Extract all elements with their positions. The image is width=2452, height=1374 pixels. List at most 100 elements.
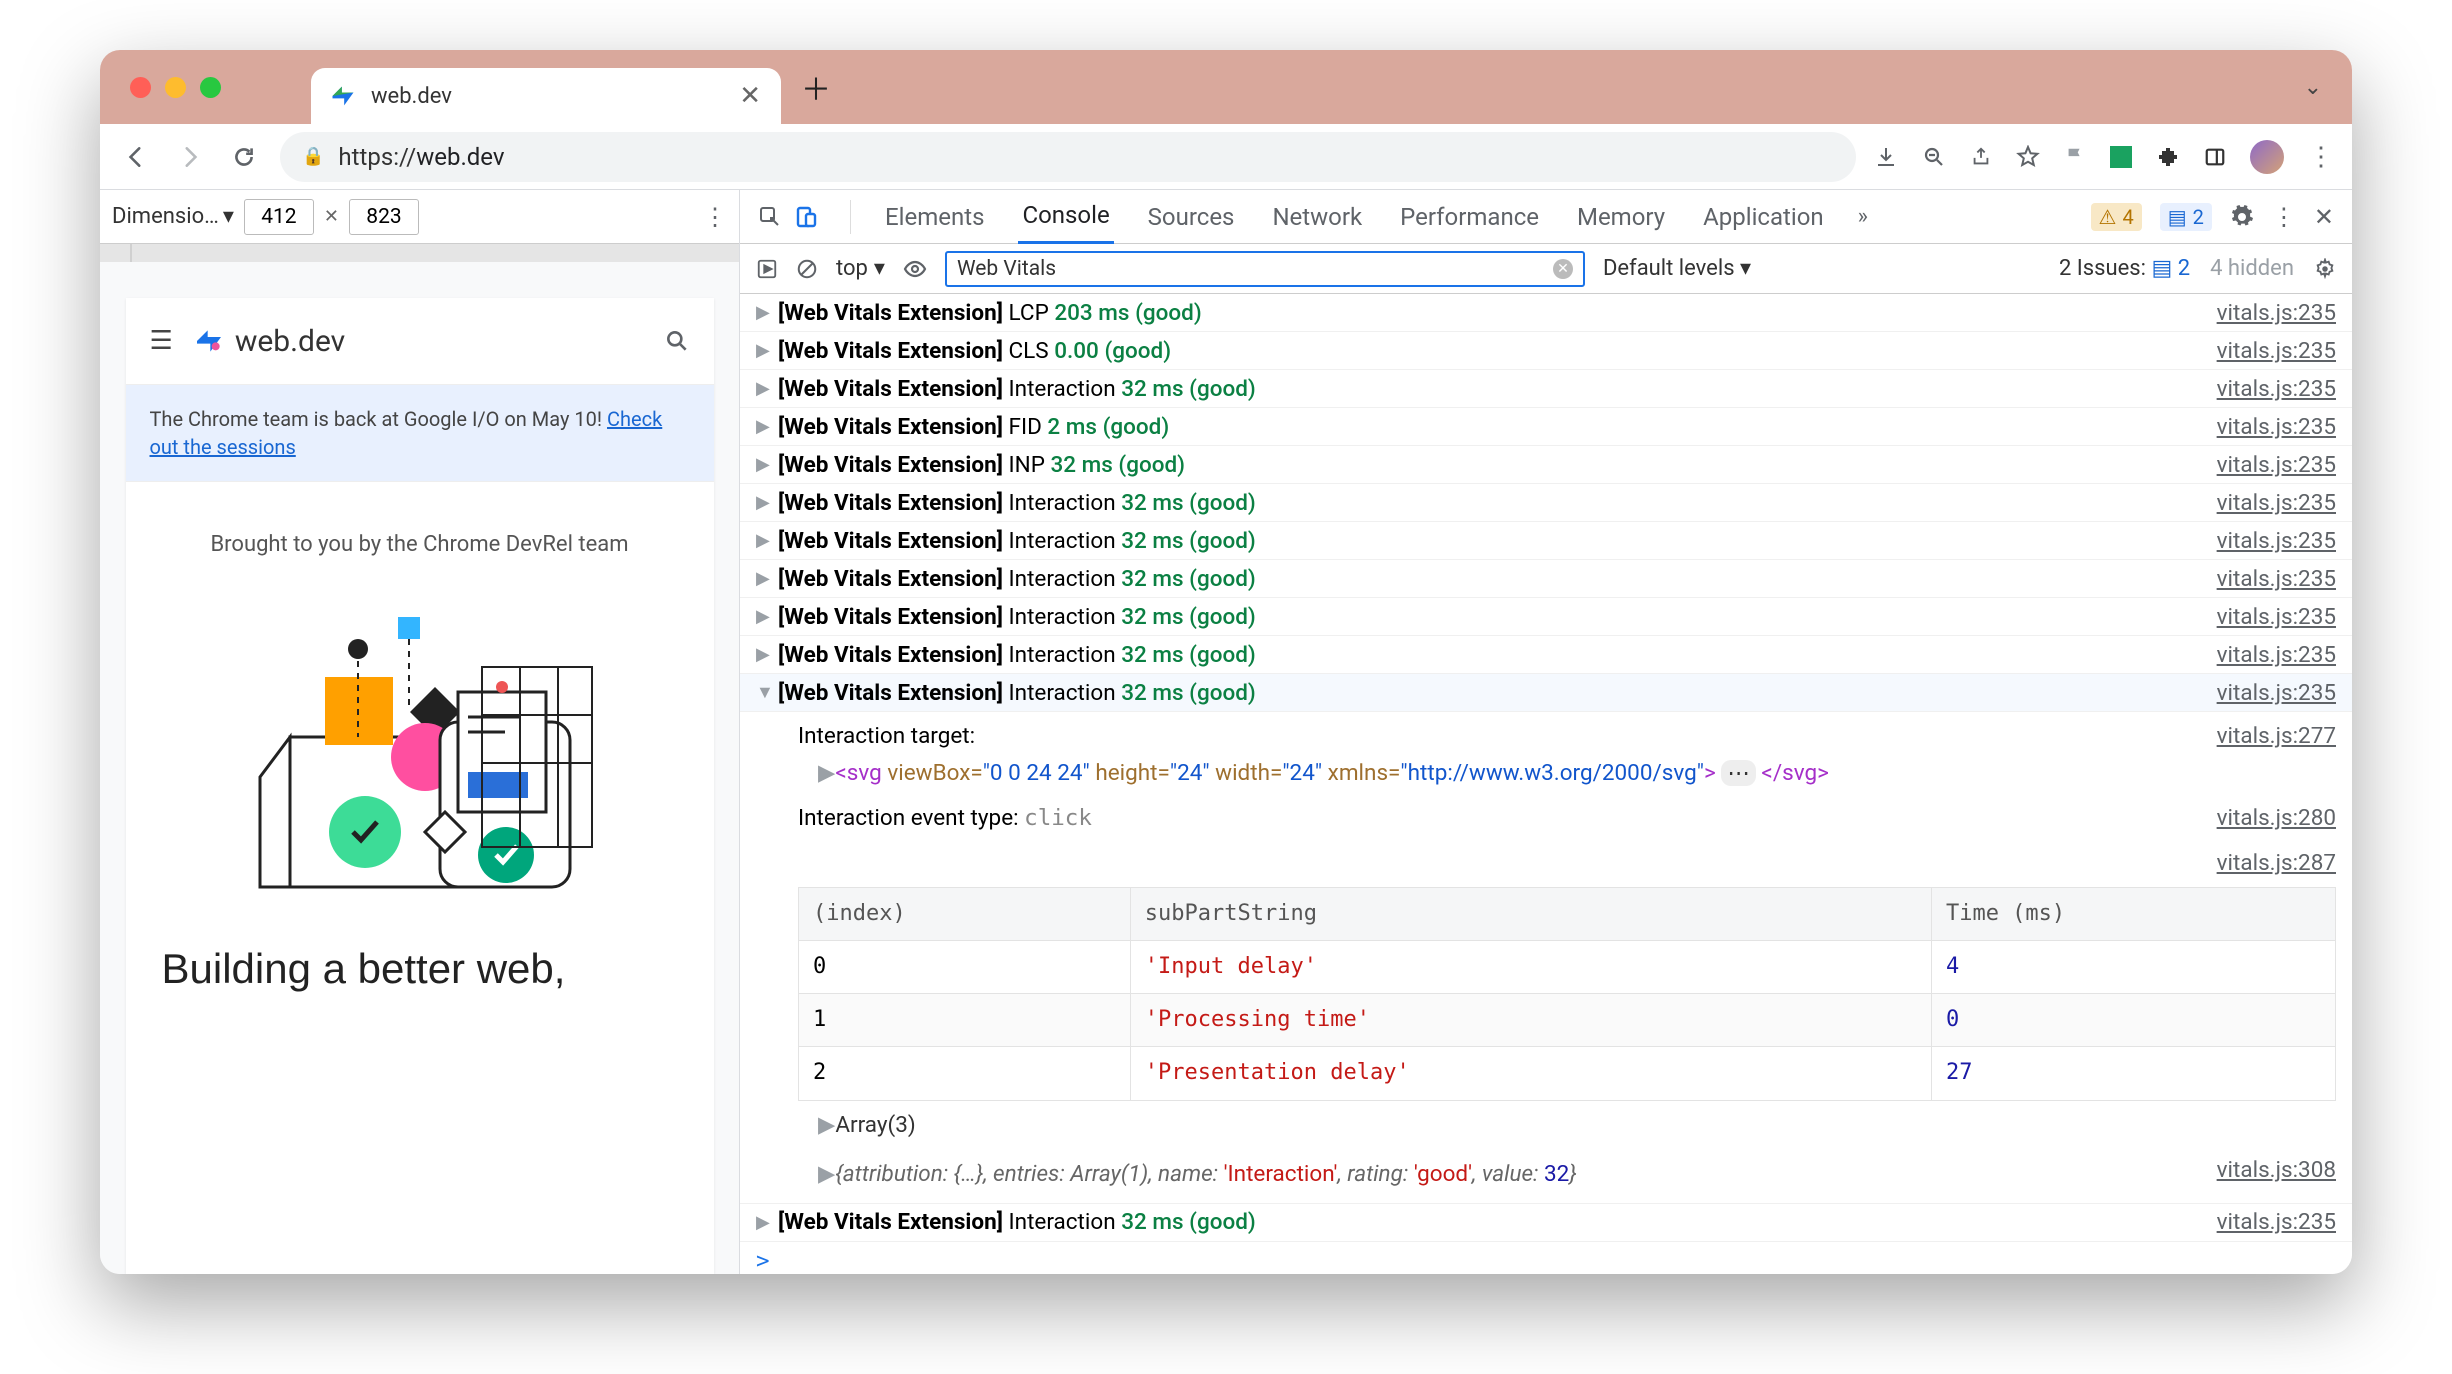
expand-toggle-icon[interactable]: ▶	[756, 568, 770, 589]
console-settings-icon[interactable]	[2314, 258, 2336, 280]
expand-toggle-icon[interactable]: ▼	[756, 682, 770, 703]
console-toolbar: top ▾ Web Vitals ✕ Default levels ▾ 2 Is…	[740, 244, 2352, 294]
settings-icon[interactable]	[2230, 205, 2254, 229]
flag-icon[interactable]	[2064, 146, 2086, 168]
device-select[interactable]: Dimensio… ▾	[112, 204, 234, 229]
source-link[interactable]: vitals.js:287	[2217, 850, 2336, 876]
source-link[interactable]: vitals.js:235	[2217, 376, 2336, 402]
browser-tab[interactable]: web.dev ✕	[311, 68, 781, 124]
console-row[interactable]: ▶ [Web Vitals Extension] Interaction 32 …	[740, 522, 2352, 560]
download-icon[interactable]	[1874, 145, 1898, 169]
profile-avatar[interactable]	[2250, 140, 2284, 174]
extension-webvitals-icon[interactable]	[2110, 146, 2132, 168]
tab-close-icon[interactable]: ✕	[739, 81, 761, 111]
maximize-window-button[interactable]	[200, 77, 221, 98]
source-link[interactable]: vitals.js:280	[2217, 800, 2336, 837]
expand-toggle-icon[interactable]: ▶	[756, 606, 770, 627]
messages-badge[interactable]: ▤ 2	[2160, 203, 2212, 231]
forward-button[interactable]	[172, 139, 208, 175]
kebab-menu-icon[interactable]: ⋮	[2308, 142, 2334, 172]
share-icon[interactable]	[1970, 146, 1992, 168]
clear-console-icon[interactable]	[796, 258, 818, 280]
source-link[interactable]: vitals.js:235	[2217, 604, 2336, 630]
console-prompt[interactable]: >	[740, 1242, 2352, 1274]
zoom-icon[interactable]	[1922, 145, 1946, 169]
address-bar[interactable]: 🔒 https://web.dev	[280, 132, 1856, 182]
source-link[interactable]: vitals.js:277	[2217, 718, 2336, 755]
source-link[interactable]: vitals.js:235	[2217, 680, 2336, 706]
source-link[interactable]: vitals.js:235	[2217, 414, 2336, 440]
source-link[interactable]: vitals.js:235	[2217, 338, 2336, 364]
console-row[interactable]: ▶ [Web Vitals Extension] Interaction 32 …	[740, 560, 2352, 598]
webdev-logo[interactable]: web.dev	[193, 324, 345, 359]
tab-sources[interactable]: Sources	[1144, 191, 1239, 243]
overflow-tabs-icon[interactable]: »	[1858, 204, 1868, 229]
device-width-input[interactable]	[244, 199, 314, 235]
source-link[interactable]: vitals.js:235	[2217, 300, 2336, 326]
clear-filter-icon[interactable]: ✕	[1553, 259, 1573, 279]
console-row[interactable]: ▶ [Web Vitals Extension] Interaction 32 …	[740, 598, 2352, 636]
new-tab-button[interactable]: ＋	[801, 65, 831, 109]
menu-icon[interactable]: ☰	[150, 326, 173, 356]
back-button[interactable]	[118, 139, 154, 175]
console-filter-input[interactable]: Web Vitals ✕	[945, 251, 1585, 287]
live-expr-icon[interactable]	[903, 257, 927, 281]
console-row[interactable]: ▶ [Web Vitals Extension] INP 32 ms (good…	[740, 446, 2352, 484]
source-link[interactable]: vitals.js:235	[2217, 642, 2336, 668]
source-link[interactable]: vitals.js:308	[2217, 1152, 2336, 1197]
expand-toggle-icon[interactable]: ▶	[756, 340, 770, 361]
device-more-icon[interactable]: ⋮	[703, 203, 727, 231]
close-window-button[interactable]	[130, 77, 151, 98]
console-row[interactable]: ▶ [Web Vitals Extension] CLS 0.00 (good)…	[740, 332, 2352, 370]
minimize-window-button[interactable]	[165, 77, 186, 98]
source-link[interactable]: vitals.js:235	[2217, 452, 2336, 478]
device-dimensions-bar: Dimensio… ▾ ✕ ⋮	[100, 190, 739, 244]
tabs-menu-icon[interactable]: ⌄	[2304, 75, 2322, 100]
expand-toggle-icon[interactable]: ▶	[756, 302, 770, 323]
tab-memory[interactable]: Memory	[1573, 191, 1669, 243]
toolbar-actions: ⋮	[1874, 140, 2334, 174]
console-row[interactable]: ▶ [Web Vitals Extension] LCP 203 ms (goo…	[740, 294, 2352, 332]
console-row[interactable]: ▶ [Web Vitals Extension] Interaction 32 …	[740, 370, 2352, 408]
issues-link[interactable]: 2 Issues: ▤ 2	[2059, 256, 2190, 281]
device-height-input[interactable]	[349, 199, 419, 235]
expand-toggle-icon[interactable]: ▶	[756, 378, 770, 399]
console-row[interactable]: ▶ [Web Vitals Extension] Interaction 32 …	[740, 484, 2352, 522]
device-toggle-icon[interactable]	[794, 205, 820, 229]
console-row[interactable]: ▼ [Web Vitals Extension] Interaction 32 …	[740, 674, 2352, 712]
tab-elements[interactable]: Elements	[881, 191, 988, 243]
devtools-close-icon[interactable]: ✕	[2314, 203, 2334, 231]
hero-illustration	[126, 577, 714, 927]
source-link[interactable]: vitals.js:235	[2217, 1209, 2336, 1235]
log-level-select[interactable]: Default levels ▾	[1603, 256, 1751, 281]
search-icon[interactable]	[664, 328, 690, 354]
source-link[interactable]: vitals.js:235	[2217, 528, 2336, 554]
play-icon[interactable]	[756, 258, 778, 280]
expand-toggle-icon[interactable]: ▶	[756, 644, 770, 665]
device-ruler	[100, 244, 739, 262]
reload-button[interactable]	[226, 139, 262, 175]
devtools-menu-icon[interactable]: ⋮	[2272, 203, 2296, 231]
console-body: ▶ [Web Vitals Extension] LCP 203 ms (goo…	[740, 294, 2352, 1274]
context-select[interactable]: top ▾	[836, 256, 885, 281]
tab-performance[interactable]: Performance	[1396, 191, 1543, 243]
console-row[interactable]: ▶ [Web Vitals Extension] Interaction 32 …	[740, 636, 2352, 674]
extensions-icon[interactable]	[2156, 145, 2180, 169]
lead-text: Brought to you by the Chrome DevRel team	[126, 482, 714, 577]
sidepanel-icon[interactable]	[2204, 146, 2226, 168]
console-row[interactable]: ▶[Web Vitals Extension] Interaction 32 m…	[740, 1204, 2352, 1242]
inspect-icon[interactable]	[758, 205, 784, 229]
console-row[interactable]: ▶ [Web Vitals Extension] FID 2 ms (good)…	[740, 408, 2352, 446]
expand-toggle-icon[interactable]: ▶	[756, 1212, 770, 1233]
warnings-badge[interactable]: ⚠ 4	[2091, 203, 2142, 231]
tab-console[interactable]: Console	[1018, 190, 1113, 244]
expand-toggle-icon[interactable]: ▶	[756, 492, 770, 513]
expand-toggle-icon[interactable]: ▶	[756, 454, 770, 475]
expand-toggle-icon[interactable]: ▶	[756, 416, 770, 437]
source-link[interactable]: vitals.js:235	[2217, 566, 2336, 592]
source-link[interactable]: vitals.js:235	[2217, 490, 2336, 516]
bookmark-icon[interactable]	[2016, 145, 2040, 169]
tab-application[interactable]: Application	[1699, 191, 1828, 243]
expand-toggle-icon[interactable]: ▶	[756, 530, 770, 551]
tab-network[interactable]: Network	[1268, 191, 1366, 243]
